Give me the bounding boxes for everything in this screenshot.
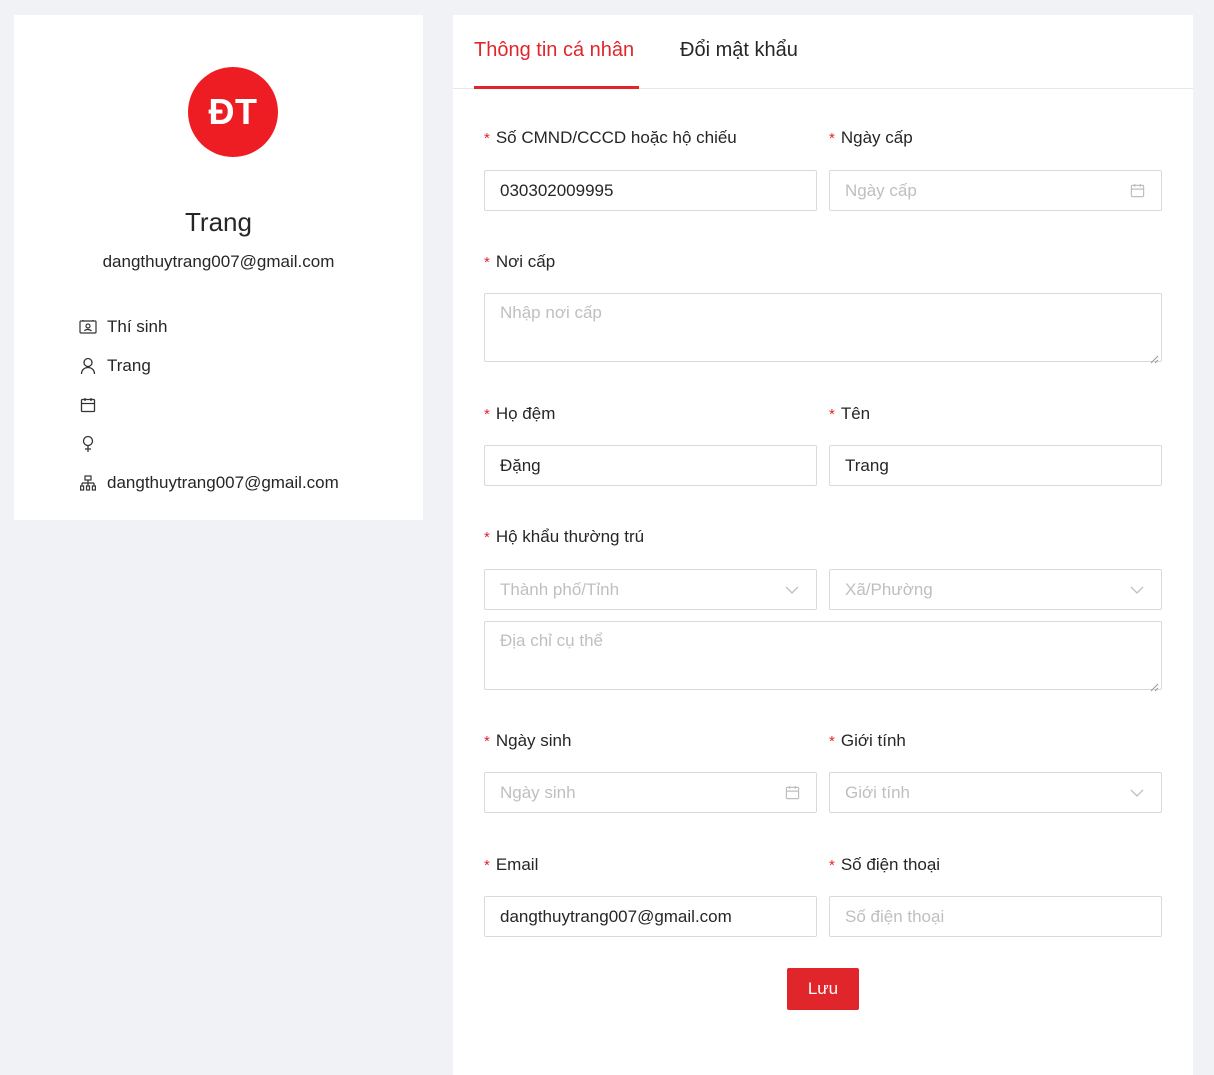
id-number-input[interactable]: 030302009995 [484,170,817,211]
tab-personal-info[interactable]: Thông tin cá nhân [474,39,634,62]
info-row-org: dangthuytrang007@gmail.com [78,463,339,502]
calendar-icon [78,395,98,415]
issue-date-picker[interactable]: Ngày cấp [829,170,1162,211]
address-textarea[interactable]: Địa chỉ cụ thể [484,621,1162,692]
tab-change-password[interactable]: Đổi mật khẩu [680,39,798,62]
user-icon [78,356,98,376]
birth-date-placeholder: Ngày sinh [500,782,576,802]
required-mark: * [484,733,490,750]
info-role-text: Thí sinh [107,316,168,336]
residence-label: * Hộ khẩu thường trú [484,527,645,546]
tab-active-indicator [474,86,639,89]
avatar: ĐT [188,67,278,157]
middle-name-label: * Họ đệm [484,404,556,423]
info-name-text: Trang [107,355,151,375]
required-mark: * [829,406,835,423]
id-number-value: 030302009995 [500,180,614,200]
resize-handle-icon[interactable] [1149,677,1159,692]
city-select[interactable]: Thành phố/Tỉnh [484,569,817,610]
chevron-down-icon [783,581,801,599]
email-field[interactable]: dangthuytrang007@gmail.com [484,896,817,937]
info-row-gender [78,424,339,463]
info-org-text: dangthuytrang007@gmail.com [107,472,339,492]
resize-handle-icon[interactable] [1149,349,1159,364]
middle-name-value: Đặng [500,455,541,475]
required-mark: * [829,733,835,750]
required-mark: * [484,857,490,874]
first-name-input[interactable]: Trang [829,445,1162,486]
required-mark: * [484,529,490,546]
phone-input[interactable]: Số điện thoại [829,896,1162,937]
org-icon [78,473,98,493]
profile-name: Trang [185,207,252,237]
id-number-label: * Số CMND/CCCD hoặc hộ chiếu [484,128,737,147]
required-mark: * [484,130,490,147]
phone-label: * Số điện thoại [829,855,941,874]
gender-placeholder: Giới tính [845,782,911,802]
issue-place-placeholder: Nhập nơi cấp [500,303,602,322]
form-card: Thông tin cá nhân Đổi mật khẩu * Số CMND/… [453,15,1193,1075]
profile-info-list: Thí sinh Trang dangthuytrang007@gmail.co… [78,307,339,502]
chevron-down-icon [1128,784,1146,802]
birth-date-label: * Ngày sinh [484,731,572,750]
female-icon [78,434,98,454]
first-name-value: Trang [845,455,889,475]
issue-date-placeholder: Ngày cấp [845,180,917,200]
email-value: dangthuytrang007@gmail.com [500,906,732,926]
required-mark: * [829,130,835,147]
city-placeholder: Thành phố/Tỉnh [500,579,620,599]
info-row-birthday [78,385,339,424]
middle-name-input[interactable]: Đặng [484,445,817,486]
save-button[interactable]: Lưu [787,968,859,1010]
issue-date-label: * Ngày cấp [829,128,913,147]
profile-card: ĐT Trang dangthuytrang007@gmail.com Thí … [14,15,423,520]
first-name-label: * Tên [829,404,871,423]
info-row-name: Trang [78,346,339,385]
tab-bar: Thông tin cá nhân Đổi mật khẩu [453,15,1193,89]
required-mark: * [829,857,835,874]
birth-date-picker[interactable]: Ngày sinh [484,772,817,813]
profile-email: dangthuytrang007@gmail.com [102,252,335,271]
phone-placeholder: Số điện thoại [845,906,945,926]
chevron-down-icon [1128,581,1146,599]
gender-label: * Giới tính [829,731,906,750]
calendar-icon [783,784,801,802]
gender-select[interactable]: Giới tính [829,772,1162,813]
issue-place-textarea[interactable]: Nhập nơi cấp [484,293,1162,364]
address-placeholder: Địa chỉ cụ thể [500,631,603,650]
calendar-icon [1128,182,1146,200]
issue-place-label: * Nơi cấp [484,252,556,271]
required-mark: * [484,254,490,271]
ward-placeholder: Xã/Phường [845,579,933,599]
email-label: * Email [484,855,539,874]
ward-select[interactable]: Xã/Phường [829,569,1162,610]
required-mark: * [484,406,490,423]
info-row-role: Thí sinh [78,307,339,346]
id-card-icon [78,317,98,337]
